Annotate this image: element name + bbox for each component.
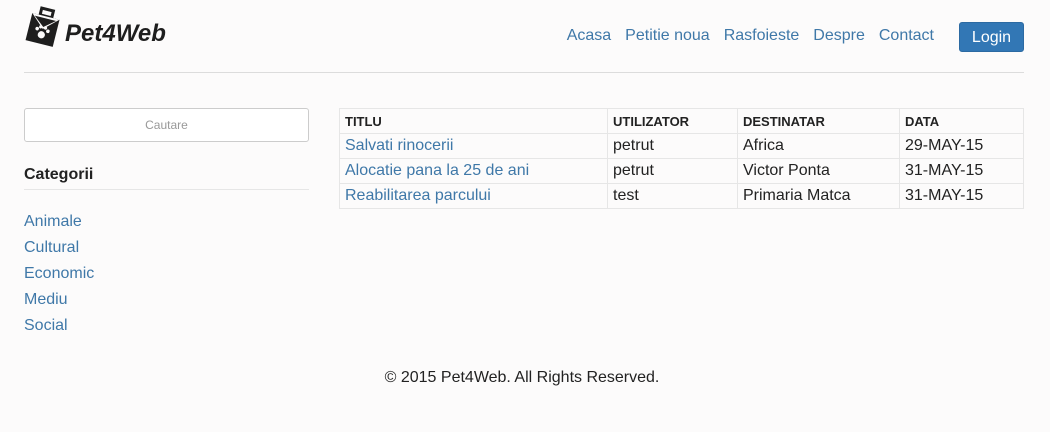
cell-date: 29-MAY-15 (899, 133, 1024, 159)
footer-copyright: © 2015 Pet4Web. All Rights Reserved. (384, 369, 660, 386)
cell-date: 31-MAY-15 (899, 183, 1024, 209)
column-header-titlu: TITLU (339, 108, 608, 134)
site-header: Pet4Web Acasa Petitie noua Rasfoieste De… (24, 0, 1024, 73)
category-social[interactable]: Social (24, 317, 68, 334)
table-row: Alocatie pana la 25 de ani petrut Victor… (339, 158, 1024, 184)
categories-list: Animale Cultural Economic Mediu Social (24, 212, 94, 342)
column-header-destinatar: DESTINATAR (737, 108, 900, 134)
nav-rasfoieste[interactable]: Rasfoieste (724, 27, 800, 45)
list-item: Social (24, 316, 94, 342)
categories-divider (24, 189, 309, 190)
list-item: Economic (24, 264, 94, 290)
cell-date: 31-MAY-15 (899, 158, 1024, 184)
table-header-row: TITLU UTILIZATOR DESTINATAR DATA (339, 108, 1024, 134)
list-item: Mediu (24, 290, 94, 316)
login-button[interactable]: Login (959, 22, 1024, 52)
category-animale[interactable]: Animale (24, 213, 82, 230)
petition-link[interactable]: Reabilitarea parcului (345, 187, 491, 204)
table-row: Salvati rinocerii petrut Africa 29-MAY-1… (339, 133, 1024, 159)
cell-user: test (607, 183, 738, 209)
column-header-data: DATA (899, 108, 1024, 134)
list-item: Cultural (24, 238, 94, 264)
nav-petitie-noua[interactable]: Petitie noua (625, 27, 710, 45)
cell-user: petrut (607, 133, 738, 159)
cell-recipient: Africa (737, 133, 900, 159)
table-row: Reabilitarea parcului test Primaria Matc… (339, 183, 1024, 209)
petition-link[interactable]: Alocatie pana la 25 de ani (345, 162, 529, 179)
search-input[interactable] (24, 108, 309, 142)
category-economic[interactable]: Economic (24, 265, 94, 282)
cell-title: Alocatie pana la 25 de ani (339, 158, 608, 184)
cell-title: Reabilitarea parcului (339, 183, 608, 209)
categories-heading: Categorii (24, 166, 94, 183)
cell-user: petrut (607, 158, 738, 184)
cell-recipient: Primaria Matca (737, 183, 900, 209)
cell-title: Salvati rinocerii (339, 133, 608, 159)
petition-link[interactable]: Salvati rinocerii (345, 137, 453, 154)
list-item: Animale (24, 212, 94, 238)
nav-contact[interactable]: Contact (879, 27, 934, 45)
nav-despre[interactable]: Despre (813, 27, 865, 45)
brand-logo[interactable]: Pet4Web (24, 6, 166, 48)
brand-name: Pet4Web (65, 20, 166, 47)
petitions-table: TITLU UTILIZATOR DESTINATAR DATA Salvati… (339, 108, 1024, 209)
main-nav: Acasa Petitie noua Rasfoieste Despre Con… (567, 27, 934, 45)
category-cultural[interactable]: Cultural (24, 239, 79, 256)
category-mediu[interactable]: Mediu (24, 291, 68, 308)
paw-bag-icon (25, 6, 60, 47)
nav-acasa[interactable]: Acasa (567, 27, 611, 45)
cell-recipient: Victor Ponta (737, 158, 900, 184)
column-header-utilizator: UTILIZATOR (607, 108, 738, 134)
